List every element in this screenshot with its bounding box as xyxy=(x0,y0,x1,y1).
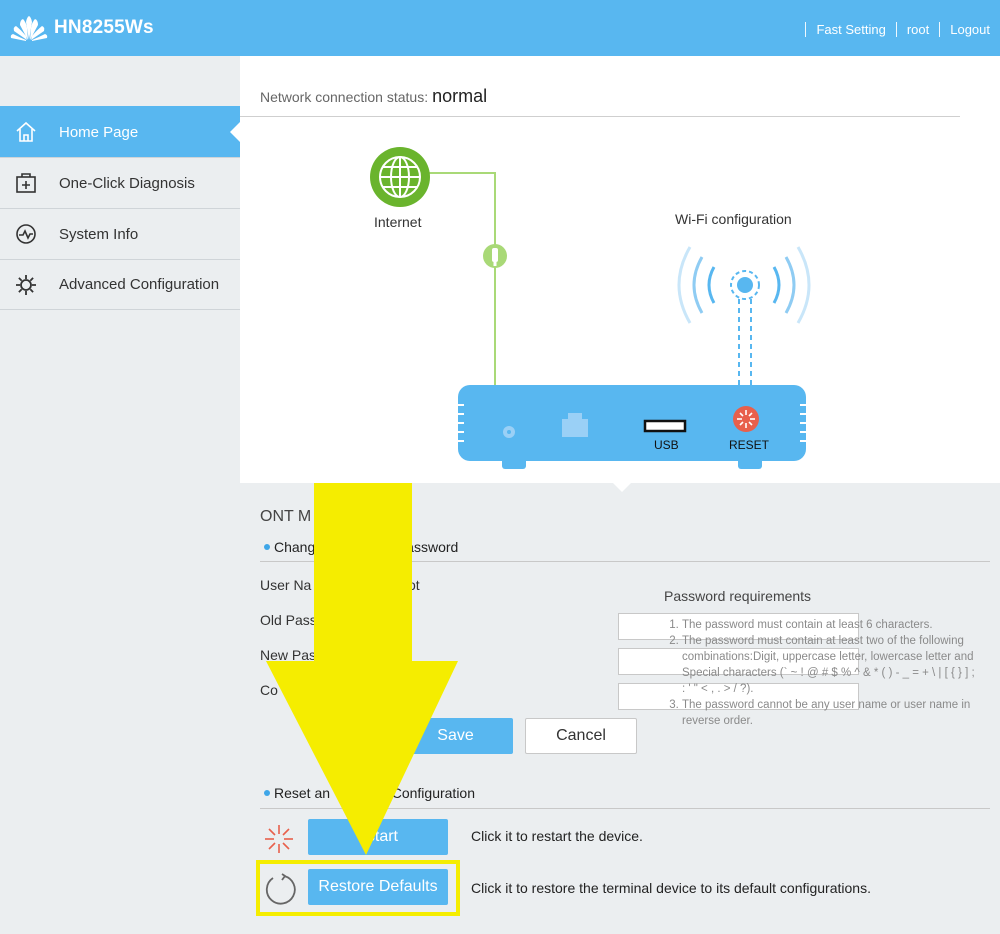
network-status: Network connection status: normal xyxy=(260,86,487,107)
heading-start-text: Reset an xyxy=(274,785,331,801)
username-value: ot xyxy=(408,577,420,593)
gear-icon xyxy=(14,273,38,297)
pulse-icon xyxy=(14,222,38,246)
new-password-label: New Pas xyxy=(260,647,317,663)
reset-configuration-heading: Reset an e Configuration xyxy=(260,785,475,801)
wifi-signal-icon[interactable] xyxy=(677,246,811,385)
restart-description: Click it to restart the device. xyxy=(471,828,643,844)
router-device-icon xyxy=(458,385,806,469)
heading-end-text: e Configuration xyxy=(380,785,475,801)
internet-globe-icon[interactable] xyxy=(370,147,430,207)
sidebar-item-label: Advanced Configuration xyxy=(59,276,220,293)
bullet-dot xyxy=(264,790,270,796)
sidebar-item-label: Home Page xyxy=(59,123,139,141)
reset-button-icon xyxy=(733,406,759,432)
old-password-label: Old Pass xyxy=(260,612,317,628)
sidebar-item-home-page[interactable]: Home Page xyxy=(0,106,240,157)
internet-label: Internet xyxy=(374,214,422,230)
panel-notch xyxy=(612,482,632,492)
requirement-item: The password must contain at least 6 cha… xyxy=(682,617,980,633)
home-icon xyxy=(14,120,38,144)
link-separator xyxy=(805,22,807,37)
network-status-label: Network connection status: xyxy=(260,89,429,105)
sidebar-item-advanced-configuration[interactable]: Advanced Configuration xyxy=(0,259,240,310)
top-links: Fast Setting root Logout xyxy=(795,22,990,37)
cable-connector-icon xyxy=(483,244,507,268)
bullet-dot xyxy=(264,544,270,550)
change-password-heading: Chang nt Password xyxy=(260,539,458,555)
restore-description: Click it to restore the terminal device … xyxy=(471,880,871,896)
divider xyxy=(260,808,990,809)
sidebar-item-label: System Info xyxy=(59,225,139,243)
heading-start-text: Chang xyxy=(274,539,316,555)
wifi-configuration-label[interactable]: Wi-Fi configuration xyxy=(675,211,792,227)
reset-label: RESET xyxy=(729,438,770,452)
logout-link[interactable]: Logout xyxy=(950,22,990,37)
brand-logo: HN8255Ws xyxy=(10,14,154,42)
restart-button[interactable]: estart xyxy=(308,819,448,855)
network-status-value: normal xyxy=(432,86,488,106)
annotation-highlight-box xyxy=(256,860,460,916)
password-requirements-list: The password must contain at least 6 cha… xyxy=(668,617,980,729)
save-button[interactable]: Save xyxy=(398,718,513,754)
restart-icon xyxy=(262,822,296,861)
confirm-password-label: Co xyxy=(260,682,278,698)
heading-end-text: nt Password xyxy=(381,539,459,555)
top-header: HN8255Ws Fast Setting root Logout xyxy=(0,0,1000,56)
ont-section-title: ONT M xyxy=(260,508,312,525)
device-model-title: HN8255Ws xyxy=(54,17,154,38)
diagnosis-icon xyxy=(14,171,38,195)
huawei-logo-icon xyxy=(10,16,48,41)
topology-graphic xyxy=(370,147,811,469)
usb-port-icon xyxy=(643,419,687,433)
requirement-item: The password cannot be any user name or … xyxy=(682,697,980,729)
sidebar-item-label: One-Click Diagnosis xyxy=(59,174,195,192)
requirement-item: The password must contain at least two o… xyxy=(682,633,980,697)
sidebar-nav: Home Page One-Click Diagnosis System Inf… xyxy=(0,106,240,310)
fast-setting-link[interactable]: Fast Setting xyxy=(816,22,885,37)
user-link[interactable]: root xyxy=(907,22,929,37)
username-label: User Na xyxy=(260,577,312,593)
password-requirements-title: Password requirements xyxy=(664,588,812,604)
link-separator xyxy=(939,22,941,37)
sidebar: Home Page One-Click Diagnosis System Inf… xyxy=(0,56,240,934)
usb-label: USB xyxy=(654,438,679,452)
network-diagram: Internet Wi-Fi configuration USB RESET xyxy=(240,117,1000,483)
sidebar-item-one-click-diagnosis[interactable]: One-Click Diagnosis xyxy=(0,157,240,208)
cancel-button[interactable]: Cancel xyxy=(525,718,637,754)
divider xyxy=(260,561,990,562)
link-separator xyxy=(895,22,897,37)
sidebar-item-system-info[interactable]: System Info xyxy=(0,208,240,259)
